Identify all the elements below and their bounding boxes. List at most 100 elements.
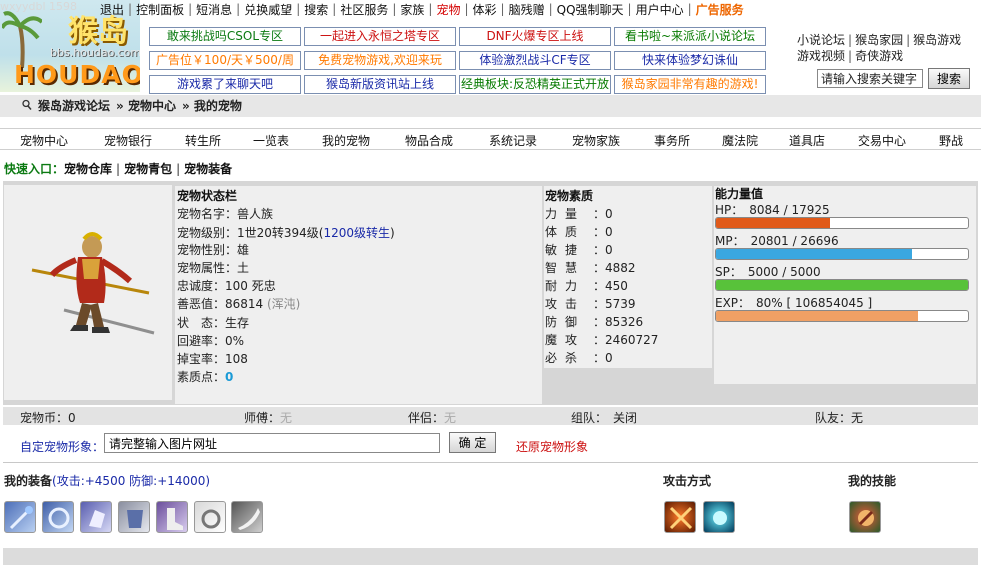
topnav-item[interactable]: 用户中心 <box>636 1 684 18</box>
ad-link[interactable]: 猴岛新版资讯站上线 <box>304 75 456 94</box>
separator: | <box>332 2 337 16</box>
teammate: 队友：无 <box>815 411 864 425</box>
ad-link[interactable]: 一起进入永恒之塔专区 <box>304 27 456 46</box>
custom-image-url-input[interactable] <box>104 433 440 453</box>
logo-brand: HOUDAO <box>14 60 140 89</box>
skills-title: 我的技能 <box>848 474 897 488</box>
quick-link-equipment[interactable]: 宠物装备 <box>184 162 232 176</box>
topnav-item[interactable]: 宠物 <box>436 1 460 18</box>
ad-link[interactable]: 敢来挑战吗CSOL专区 <box>149 27 301 46</box>
ad-link[interactable]: 免费宠物游戏,欢迎来玩 <box>304 51 456 70</box>
topnav-item[interactable]: 兑换威望 <box>244 1 292 18</box>
tab-item[interactable]: 道具店 <box>789 132 825 149</box>
partner: 伴侣：无 <box>408 409 456 426</box>
separator: | <box>428 2 433 16</box>
tab-item[interactable]: 交易中心 <box>858 132 906 149</box>
ad-link[interactable]: 快来体验梦幻诛仙 <box>614 51 766 70</box>
quality-value: ：450 <box>593 279 628 293</box>
attack-slot-icon[interactable] <box>664 501 696 533</box>
equipment-title: 我的装备(攻击:+4500 防御:+14000) <box>4 472 210 489</box>
quality-points-label: 素质点： <box>177 370 226 384</box>
search-button[interactable]: 搜索 <box>928 68 970 89</box>
pet-evade: 回避率：0% <box>177 334 245 348</box>
tab-item[interactable]: 物品合成 <box>405 132 453 149</box>
tab-item[interactable]: 一览表 <box>253 132 289 149</box>
topnav-item[interactable]: 家族 <box>400 1 424 18</box>
equipment-slot-icon[interactable] <box>80 501 112 533</box>
tab-item[interactable]: 宠物家族 <box>572 132 620 149</box>
boots-icon <box>167 508 183 530</box>
equipment-title-text: 我的装备 <box>4 474 53 488</box>
link-houdao-home[interactable]: 猴岛家园 <box>855 33 903 47</box>
equipment-slot-icon[interactable] <box>4 501 36 533</box>
quality-row: 魔攻 ：2460727 <box>545 331 658 348</box>
quick-link-backpack[interactable]: 宠物青包 <box>124 162 172 176</box>
ad-link[interactable]: 猴岛家园非常有趣的游戏! <box>614 75 766 94</box>
topnav-item[interactable]: 搜索 <box>304 1 328 18</box>
tab-item[interactable]: 魔法院 <box>722 132 758 149</box>
energy-orb-icon <box>713 511 727 525</box>
breadcrumb-pet-center[interactable]: » 宠物中心 <box>116 97 176 114</box>
link-novel-forum[interactable]: 小说论坛 <box>797 33 845 47</box>
topnav-item[interactable]: 退出 <box>100 1 124 18</box>
topnav-item[interactable]: QQ强制聊天 <box>557 1 624 18</box>
confirm-button[interactable]: 确 定 <box>449 432 496 453</box>
quality-key: 敏捷 <box>545 243 586 257</box>
quick-link-warehouse[interactable]: 宠物仓库 <box>64 162 112 176</box>
search-input[interactable] <box>817 69 923 88</box>
topnav-item[interactable]: 脑残赠 <box>509 1 545 18</box>
skill-slot-icon[interactable] <box>849 501 881 533</box>
link-houdao-games[interactable]: 猴岛游戏 <box>913 33 961 47</box>
tab-item[interactable]: 野战 <box>939 132 963 149</box>
link-qixia-games[interactable]: 奇侠游戏 <box>855 49 903 63</box>
quick-entry: 快速入口：宠物仓库 | 宠物青包 | 宠物装备 <box>4 162 233 176</box>
ad-link[interactable]: 经典板块:反恐精英正式开放 <box>459 75 611 94</box>
separator: | <box>128 2 133 16</box>
ad-link[interactable]: 广告位￥100/天￥500/周 <box>149 51 301 70</box>
breadcrumb-my-pet: » 我的宠物 <box>181 99 242 113</box>
topnav-item[interactable]: 广告服务 <box>696 1 744 18</box>
tab-item[interactable]: 宠物银行 <box>104 132 152 149</box>
equipment-slot-icon[interactable] <box>194 501 226 533</box>
status-box-footer <box>175 384 542 404</box>
quality-points-value: 0 <box>225 370 234 384</box>
tab-item[interactable]: 宠物中心 <box>20 132 68 149</box>
quick-entry-label: 快速入口： <box>4 162 65 176</box>
pet-karma-label: (浑沌) <box>267 297 301 311</box>
breadcrumb-home[interactable]: 猴岛游戏论坛 <box>38 97 110 114</box>
quality-row: 力量 ：0 <box>545 205 613 222</box>
topnav-item[interactable]: 控制面板 <box>136 1 184 18</box>
quality-row: 攻击 ：5739 <box>545 295 636 312</box>
ring-icon <box>201 509 221 529</box>
attack-slot-icon[interactable] <box>703 501 735 533</box>
equipment-slot-icon[interactable] <box>231 501 263 533</box>
separator: | <box>296 2 301 16</box>
ad-link[interactable]: 体验激烈战斗CF专区 <box>459 51 611 70</box>
partner-value: 无 <box>444 411 457 425</box>
tab-item[interactable]: 转生所 <box>185 132 221 149</box>
restore-image-link[interactable]: 还原宠物形象 <box>516 438 588 455</box>
ad-link[interactable]: DNF火爆专区上线 <box>459 27 611 46</box>
attack-method-title: 攻击方式 <box>663 474 712 488</box>
quality-value: ：0 <box>593 207 613 221</box>
topnav-item[interactable]: 体彩 <box>473 1 497 18</box>
ad-link[interactable]: 看书啦~来派派小说论坛 <box>614 27 766 46</box>
separator: | <box>627 2 632 16</box>
tab-item[interactable]: 事务所 <box>654 132 690 149</box>
master: 师傅：无 <box>244 409 292 426</box>
tab-item[interactable]: 我的宠物 <box>322 132 370 149</box>
equipment-slot-icon[interactable] <box>156 501 188 533</box>
quality-key: 必杀 <box>545 351 586 365</box>
topnav-item[interactable]: 社区服务 <box>340 1 388 18</box>
quality-value: ：4882 <box>593 261 636 275</box>
rebirth-link[interactable]: 1200级转生 <box>324 226 391 240</box>
equipment-slot-icon[interactable] <box>118 501 150 533</box>
logo-watermark: wxyydbl 1598 <box>0 0 78 13</box>
quality-row: 智慧 ：4882 <box>545 259 636 276</box>
tab-item[interactable]: 系统记录 <box>489 132 537 149</box>
ad-link[interactable]: 游戏累了来聊天吧 <box>149 75 301 94</box>
topnav-item[interactable]: 短消息 <box>196 1 232 18</box>
blade-icon <box>238 508 260 530</box>
equipment-slot-icon[interactable] <box>42 501 74 533</box>
link-game-video[interactable]: 游戏视频 <box>797 49 845 63</box>
